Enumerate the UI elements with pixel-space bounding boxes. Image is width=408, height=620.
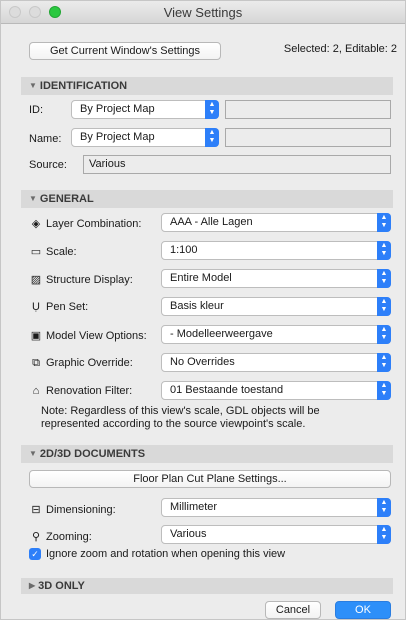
- disclosure-expanded-icon: ▼: [29, 81, 37, 90]
- disclosure-expanded-icon: ▼: [29, 449, 37, 458]
- popup-arrows-icon: ▲ ▼: [205, 128, 219, 147]
- name-label: Name:: [29, 133, 62, 145]
- ok-button[interactable]: OK: [335, 601, 391, 619]
- source-field: Various: [83, 155, 391, 174]
- name-popup[interactable]: By Project Map ▲ ▼: [71, 128, 219, 147]
- popup-arrows-icon: ▲ ▼: [377, 241, 391, 260]
- pen-set-label: Ụ Pen Set:: [29, 301, 88, 313]
- renovation-icon: ⌂: [32, 385, 40, 397]
- selection-info: Selected: 2, Editable: 2: [283, 43, 397, 55]
- window-title: View Settings: [163, 5, 243, 20]
- ignore-zoom-checkbox[interactable]: ✓: [29, 548, 41, 560]
- layer-combination-popup[interactable]: AAA - Alle Lagen ▲ ▼: [161, 213, 391, 232]
- view-settings-dialog: View Settings Get Current Window's Setti…: [0, 0, 406, 620]
- cancel-button[interactable]: Cancel: [265, 601, 321, 619]
- model-view-icon: ▣: [30, 330, 42, 342]
- renovation-filter-popup[interactable]: 01 Bestaande toestand ▲ ▼: [161, 381, 391, 400]
- dimension-icon: ⊟: [31, 504, 41, 516]
- model-view-options-popup[interactable]: - Modelleerweergave ▲ ▼: [161, 325, 391, 344]
- ignore-zoom-label[interactable]: Ignore zoom and rotation when opening th…: [46, 548, 285, 560]
- scale-note: Note: Regardless of this view's scale, G…: [41, 405, 320, 430]
- popup-arrows-icon: ▲ ▼: [377, 381, 391, 400]
- disclosure-collapsed-icon: ▶: [29, 581, 36, 590]
- name-popup-value: By Project Map: [80, 131, 155, 143]
- popup-arrows-icon: ▲ ▼: [377, 525, 391, 544]
- section-title: 2D/3D DOCUMENTS: [39, 448, 146, 460]
- floor-plan-cut-plane-settings-button[interactable]: Floor Plan Cut Plane Settings...: [29, 470, 391, 488]
- popup-arrows-icon: ▲ ▼: [377, 353, 391, 372]
- popup-arrows-icon: ▲ ▼: [377, 325, 391, 344]
- pen-set-popup[interactable]: Basis kleur ▲ ▼: [161, 297, 391, 316]
- dimensioning-popup[interactable]: Millimeter ▲ ▼: [161, 498, 391, 517]
- model-view-options-label: ▣ Model View Options:: [30, 330, 147, 342]
- popup-arrows-icon: ▲ ▼: [377, 498, 391, 517]
- layer-combination-label: ◈ Layer Combination:: [29, 217, 142, 230]
- zooming-label: ⚲ Zooming:: [29, 530, 92, 543]
- scale-popup[interactable]: 1:100 ▲ ▼: [161, 241, 391, 260]
- section-title: IDENTIFICATION: [39, 80, 128, 92]
- name-text-field[interactable]: [225, 128, 391, 147]
- general-section-header[interactable]: ▼ GENERAL: [21, 190, 393, 208]
- source-label: Source:: [29, 159, 67, 171]
- id-text-field[interactable]: [225, 100, 391, 119]
- id-popup-value: By Project Map: [80, 103, 155, 115]
- hatch-icon: ▨: [30, 274, 42, 286]
- title-bar[interactable]: View Settings: [1, 1, 405, 24]
- scale-label: ▭ Scale:: [30, 246, 77, 258]
- id-label: ID:: [29, 104, 44, 116]
- documents-section-header[interactable]: ▼ 2D/3D DOCUMENTS: [21, 445, 393, 463]
- get-current-window-settings-button[interactable]: Get Current Window's Settings: [29, 42, 221, 60]
- renovation-filter-label: ⌂ Renovation Filter:: [29, 385, 133, 397]
- layers-icon: ◈: [31, 218, 41, 230]
- popup-arrows-icon: ▲ ▼: [377, 213, 391, 232]
- graphic-override-icon: ⧉: [32, 357, 40, 369]
- graphic-override-label: ⧉ Graphic Override:: [29, 357, 133, 370]
- id-popup[interactable]: By Project Map ▲ ▼: [71, 100, 219, 119]
- popup-arrows-icon: ▲ ▼: [205, 100, 219, 119]
- dimensioning-label: ⊟ Dimensioning:: [29, 503, 115, 516]
- zooming-popup[interactable]: Various ▲ ▼: [161, 525, 391, 544]
- structure-display-popup[interactable]: Entire Model ▲ ▼: [161, 269, 391, 288]
- section-title: GENERAL: [39, 193, 94, 205]
- graphic-override-popup[interactable]: No Overrides ▲ ▼: [161, 353, 391, 372]
- identification-section-header[interactable]: ▼ IDENTIFICATION: [21, 77, 393, 95]
- zoom-magnifier-icon: ⚲: [31, 531, 41, 543]
- ruler-icon: ▭: [30, 246, 42, 258]
- pen-icon: Ụ: [32, 301, 40, 313]
- section-title: 3D ONLY: [38, 580, 85, 592]
- popup-arrows-icon: ▲ ▼: [377, 297, 391, 316]
- disclosure-expanded-icon: ▼: [29, 194, 37, 203]
- 3d-only-section-header[interactable]: ▶ 3D ONLY: [21, 578, 393, 594]
- structure-display-label: ▨ Structure Display:: [30, 274, 133, 286]
- popup-arrows-icon: ▲ ▼: [377, 269, 391, 288]
- checkmark-icon: ✓: [31, 549, 39, 559]
